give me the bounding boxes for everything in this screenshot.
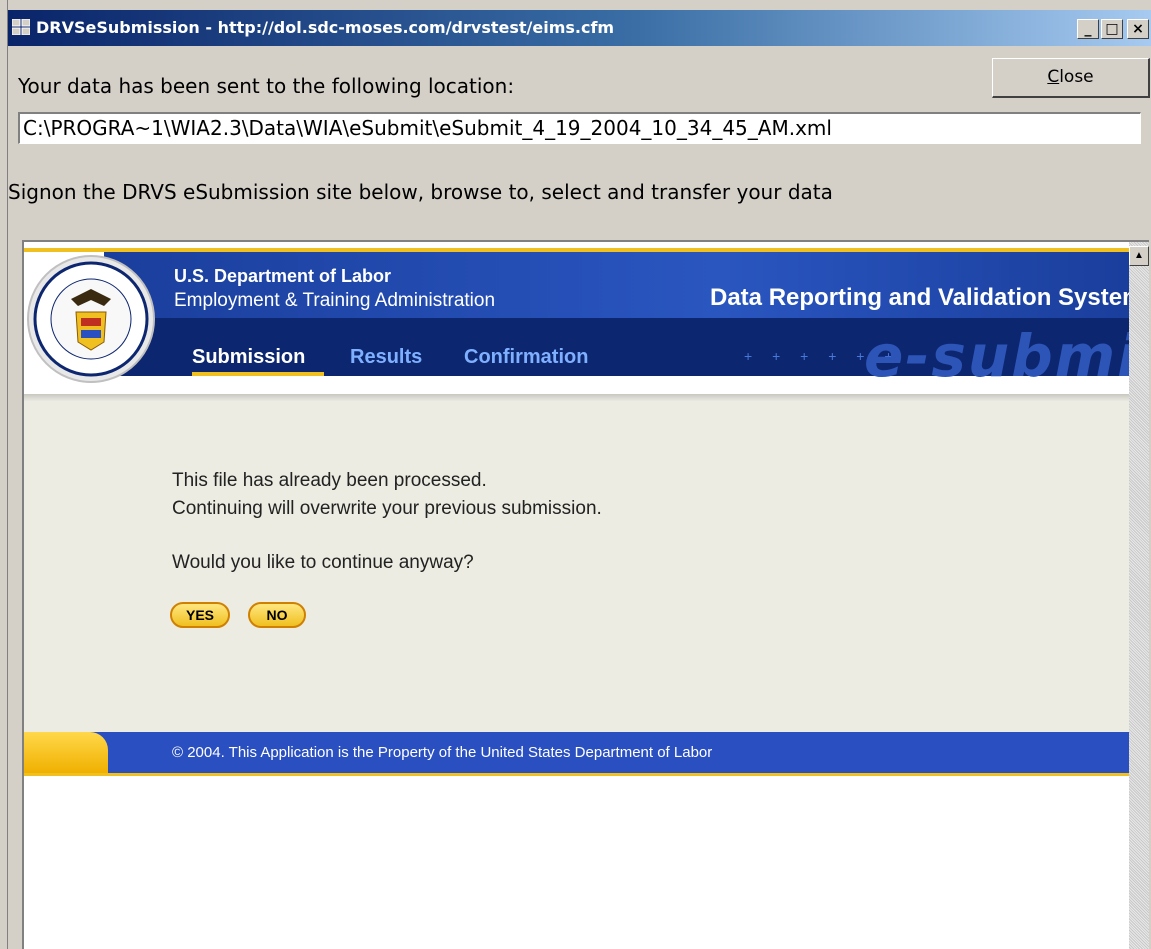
close-button-label: lose — [1059, 67, 1094, 87]
app-icon — [12, 19, 30, 35]
window-title: DRVSeSubmission - http://dol.sdc-moses.c… — [36, 18, 615, 37]
maximize-button[interactable]: □ — [1101, 19, 1123, 39]
window-left-border — [0, 0, 8, 949]
tab-confirmation[interactable]: Confirmation — [464, 346, 588, 369]
window-title-bar[interactable]: DRVSeSubmission - http://dol.sdc-moses.c… — [8, 10, 1151, 46]
continue-question: Would you like to continue anyway? — [172, 552, 474, 573]
vertical-scrollbar[interactable]: ▲ — [1129, 242, 1149, 949]
overwrite-message: Continuing will overwrite your previous … — [172, 498, 602, 519]
page-content: + + + + + + e-submit U.S. Department of … — [24, 242, 1149, 949]
active-tab-indicator — [192, 372, 324, 376]
tab-submission[interactable]: Submission — [192, 346, 305, 369]
copyright-text: © 2004. This Application is the Property… — [172, 744, 713, 761]
signon-instructions: Signon the DRVS eSubmission site below, … — [8, 180, 833, 204]
header-shadow — [24, 394, 1129, 402]
close-button[interactable]: Close — [992, 58, 1150, 98]
site-header: + + + + + + e-submit U.S. Department of … — [24, 248, 1149, 390]
footer-gold-tab — [24, 732, 108, 773]
scroll-up-arrow-icon[interactable]: ▲ — [1129, 246, 1149, 266]
no-button[interactable]: NO — [248, 602, 306, 628]
sent-location-label: Your data has been sent to the following… — [18, 74, 515, 98]
tab-results[interactable]: Results — [350, 346, 422, 369]
esubmit-brand: e-submit — [864, 322, 1149, 390]
system-title: Data Reporting and Validation System — [710, 284, 1144, 311]
dept-title: U.S. Department of Labor — [174, 266, 392, 286]
embedded-browser[interactable]: + + + + + + e-submit U.S. Department of … — [22, 240, 1149, 949]
processed-message: This file has already been processed. — [172, 470, 487, 491]
minimize-button[interactable]: _ — [1077, 19, 1099, 39]
department-of-labor-seal-icon — [27, 255, 155, 383]
file-path-field[interactable]: C:\PROGRA~1\WIA2.3\Data\WIA\eSubmit\eSub… — [18, 112, 1141, 144]
site-footer: © 2004. This Application is the Property… — [24, 732, 1129, 776]
yes-button[interactable]: YES — [170, 602, 230, 628]
close-button-mnemonic: C — [1047, 67, 1060, 87]
close-window-button[interactable]: × — [1127, 19, 1149, 39]
dept-subtitle: Employment & Training Administration — [174, 290, 496, 311]
